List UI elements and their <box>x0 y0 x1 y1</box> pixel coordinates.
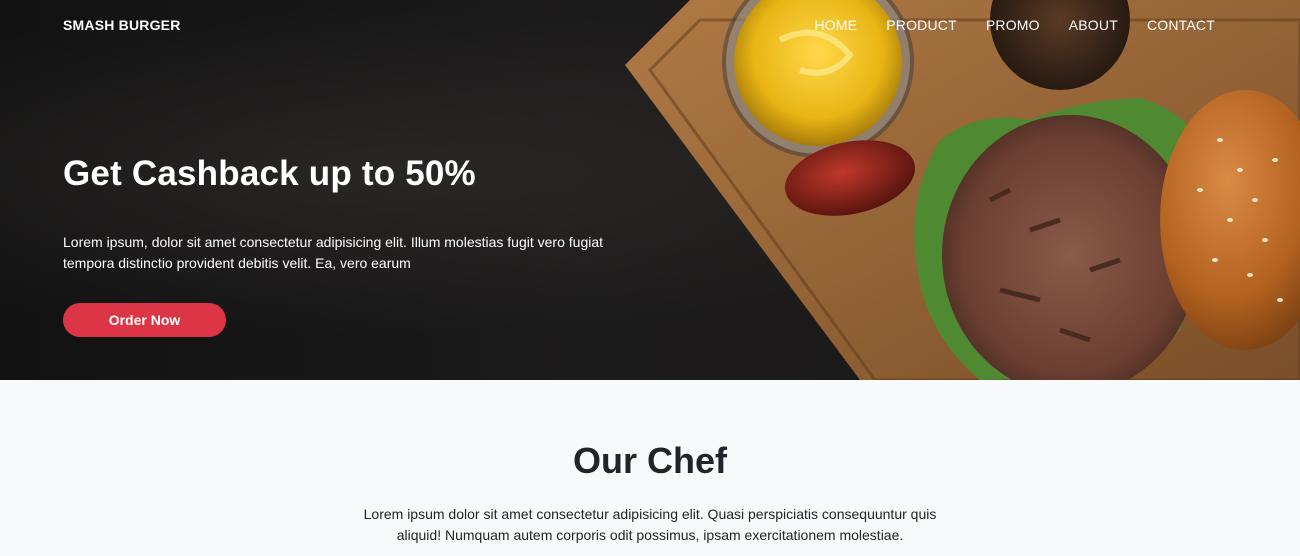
nav-links: HOME PRODUCT PROMO ABOUT CONTACT <box>814 17 1215 35</box>
nav-item-home: HOME <box>814 17 857 35</box>
hero-description: Lorem ipsum, dolor sit amet consectetur … <box>63 234 604 271</box>
nav-link-promo[interactable]: PROMO <box>986 17 1040 33</box>
hero-title: Get Cashback up to 50% <box>63 154 476 193</box>
nav-link-product[interactable]: PRODUCT <box>886 17 957 33</box>
nav-link-contact[interactable]: CONTACT <box>1147 17 1215 33</box>
nav-link-home[interactable]: HOME <box>814 17 857 33</box>
navbar: SMASH BURGER HOME PRODUCT PROMO ABOUT CO… <box>0 0 1300 52</box>
nav-link-about[interactable]: ABOUT <box>1069 17 1118 33</box>
nav-item-about: ABOUT <box>1069 17 1118 35</box>
nav-item-contact: CONTACT <box>1147 17 1215 35</box>
order-now-button[interactable]: Order Now <box>63 303 226 337</box>
chef-section-title: Our Chef <box>572 440 727 481</box>
chef-section-description: Lorem ipsum dolor sit amet consectetur a… <box>363 506 937 543</box>
hero-section: SMASH BURGER HOME PRODUCT PROMO ABOUT CO… <box>0 0 1300 380</box>
chef-section: Our Chef Lorem ipsum dolor sit amet cons… <box>0 380 1300 556</box>
brand-logo[interactable]: SMASH BURGER <box>63 17 181 33</box>
nav-item-product: PRODUCT <box>886 17 957 35</box>
nav-item-promo: PROMO <box>986 17 1040 35</box>
